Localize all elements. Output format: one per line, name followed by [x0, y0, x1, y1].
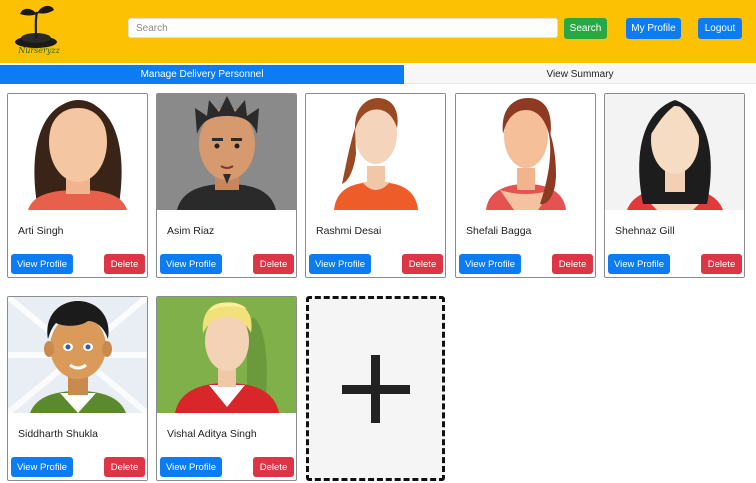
avatar	[8, 94, 147, 210]
view-profile-button[interactable]: View Profile	[608, 254, 670, 274]
logo-text: Nurseryzz	[18, 46, 60, 55]
personnel-card: Shehnaz Gill View Profile Delete	[604, 93, 745, 278]
view-profile-button[interactable]: View Profile	[309, 254, 371, 274]
delete-button[interactable]: Delete	[402, 254, 443, 274]
personnel-name: Arti Singh	[18, 225, 64, 237]
view-profile-button[interactable]: View Profile	[160, 457, 222, 477]
sprout-icon	[15, 5, 57, 48]
avatar	[456, 94, 595, 210]
search-button[interactable]: Search	[564, 18, 607, 39]
personnel-name: Shehnaz Gill	[615, 225, 675, 237]
personnel-card: Vishal Aditya Singh View Profile Delete	[156, 296, 297, 481]
personnel-card: Shefali Bagga View Profile Delete	[455, 93, 596, 278]
personnel-card: Asim Riaz View Profile Delete	[156, 93, 297, 278]
tab-view-summary[interactable]: View Summary	[404, 65, 756, 84]
avatar	[157, 297, 296, 413]
personnel-name: Shefali Bagga	[466, 225, 532, 237]
personnel-card: Siddharth Shukla View Profile Delete	[7, 296, 148, 481]
my-profile-button[interactable]: My Profile	[626, 18, 681, 39]
delete-button[interactable]: Delete	[253, 457, 294, 477]
avatar	[8, 297, 147, 413]
delete-button[interactable]: Delete	[104, 457, 145, 477]
delete-button[interactable]: Delete	[253, 254, 294, 274]
personnel-name: Vishal Aditya Singh	[167, 428, 257, 440]
logout-button[interactable]: Logout	[698, 18, 742, 39]
personnel-card: Rashmi Desai View Profile Delete	[305, 93, 446, 278]
personnel-name: Rashmi Desai	[316, 225, 382, 237]
personnel-name: Siddharth Shukla	[18, 428, 98, 440]
delete-button[interactable]: Delete	[104, 254, 145, 274]
view-profile-button[interactable]: View Profile	[11, 254, 73, 274]
personnel-card: Arti Singh View Profile Delete	[7, 93, 148, 278]
avatar	[157, 94, 296, 210]
delete-button[interactable]: Delete	[701, 254, 742, 274]
nursery-logo[interactable]: Nurseryzz	[12, 2, 62, 58]
view-profile-button[interactable]: View Profile	[459, 254, 521, 274]
tab-manage-delivery-personnel[interactable]: Manage Delivery Personnel	[0, 65, 404, 84]
avatar	[605, 94, 744, 210]
view-profile-button[interactable]: View Profile	[11, 457, 73, 477]
add-personnel-button[interactable]	[306, 296, 445, 481]
top-header: Nurseryzz Search My Profile Logout	[0, 0, 756, 63]
view-profile-button[interactable]: View Profile	[160, 254, 222, 274]
avatar	[306, 94, 445, 210]
personnel-name: Asim Riaz	[167, 225, 215, 237]
search-input[interactable]	[128, 18, 558, 38]
delete-button[interactable]: Delete	[552, 254, 593, 274]
